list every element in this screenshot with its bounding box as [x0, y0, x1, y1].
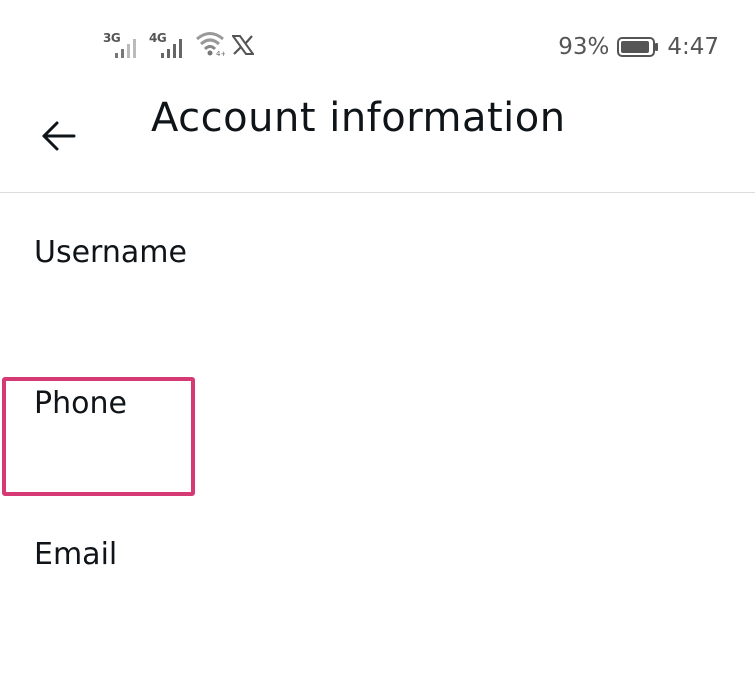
phone-row[interactable]: Phone [0, 385, 755, 535]
email-label: Email [34, 537, 118, 572]
arrow-left-icon [42, 121, 76, 151]
status-left-icons: 3G 4G 4+ [103, 30, 255, 60]
battery-percent: 93% [558, 34, 610, 60]
status-right: 93% 4:47 [558, 30, 719, 64]
page-title: Account information [151, 95, 566, 141]
clock: 4:47 [667, 34, 719, 60]
svg-text:4+: 4+ [216, 50, 225, 56]
x-logo-icon [231, 30, 255, 60]
back-button[interactable] [28, 108, 88, 164]
battery-icon [617, 37, 659, 57]
email-row[interactable]: Email [0, 536, 755, 686]
status-bar: 3G 4G 4+ 93% 4:47 [0, 0, 755, 90]
network-3g-indicator: 3G [103, 30, 143, 60]
network-4g-indicator: 4G [149, 30, 189, 60]
username-label: Username [34, 235, 187, 270]
signal-icon [115, 39, 136, 58]
phone-label: Phone [34, 386, 127, 421]
wifi-icon: 4+ [195, 30, 226, 60]
signal-icon [161, 39, 182, 58]
username-row[interactable]: Username [0, 234, 755, 384]
app-header: Account information [0, 90, 755, 193]
